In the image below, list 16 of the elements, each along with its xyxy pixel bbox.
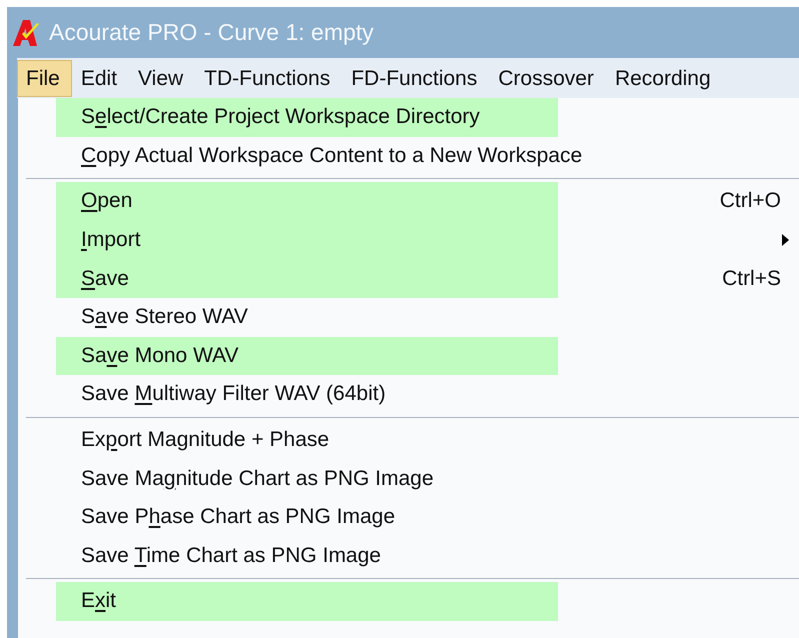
menu-item[interactable]: Export Magnitude + Phase: [18, 420, 799, 460]
menu-bar-item[interactable]: File: [17, 60, 72, 96]
menu-bar-item[interactable]: TD-Functions: [195, 60, 342, 96]
menu-item[interactable]: Copy Actual Workspace Content to a New Workspace: [18, 136, 799, 176]
menu-item[interactable]: Save Phase Chart as PNG Image: [18, 498, 799, 537]
menu-bar-item[interactable]: Edit: [72, 60, 130, 96]
window-title: Acourate PRO - Curve 1: empty: [49, 19, 374, 46]
menu-item[interactable]: Save Multiway Filter WAV (64bit): [18, 375, 799, 414]
menu-item[interactable]: Save Time Chart as PNG Image: [18, 536, 799, 576]
menu-bar-item[interactable]: Crossover: [489, 60, 606, 96]
menu-item[interactable]: Save Magnitude Chart as PNG Image: [18, 459, 799, 498]
menu-bar-item[interactable]: View: [129, 60, 196, 96]
menu-bar-item[interactable]: FD-Functions: [342, 60, 490, 96]
menu-bar-item[interactable]: Recording: [606, 60, 723, 96]
menu-item[interactable]: Save Stereo WAV: [18, 298, 799, 337]
app-logo-icon: [13, 20, 41, 46]
